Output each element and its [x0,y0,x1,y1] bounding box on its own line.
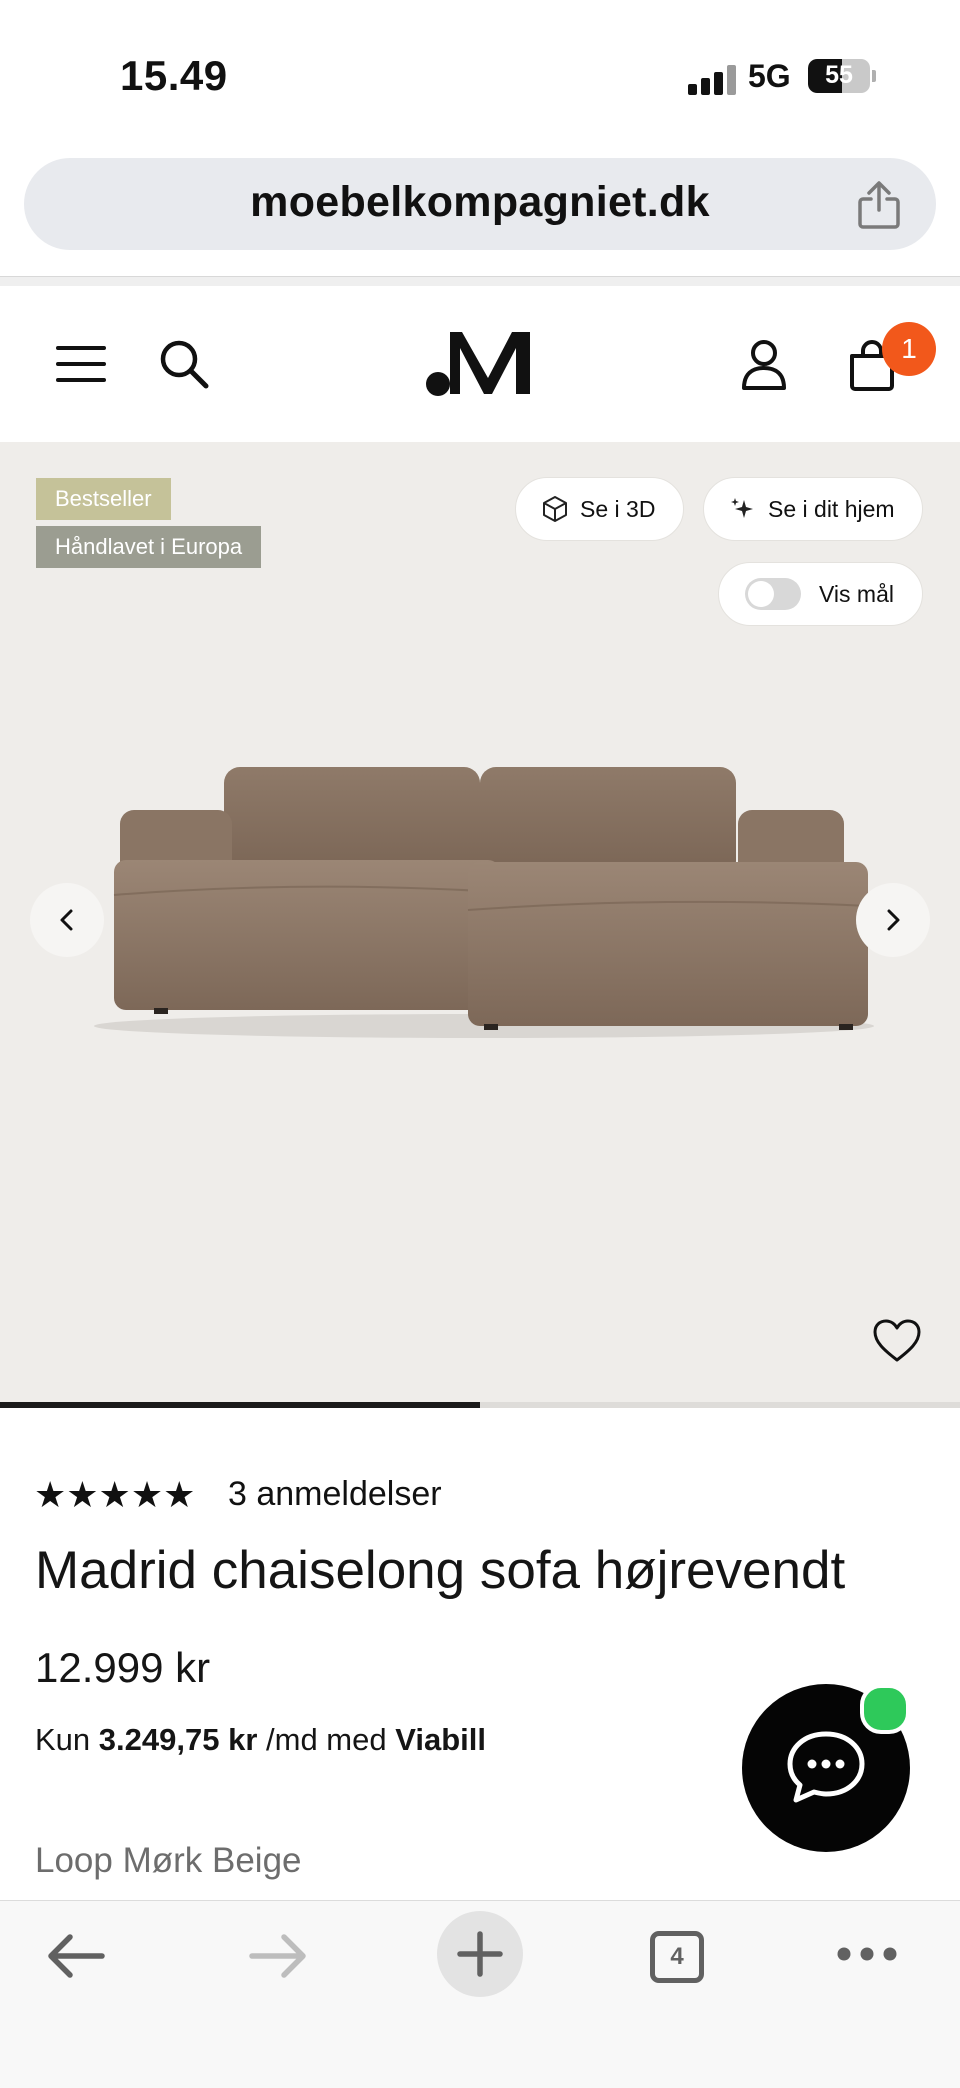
view-3d-label: Se i 3D [580,495,656,522]
online-status-dot [860,1684,910,1734]
product-title: Madrid chaiselong sofa højrevendt [35,1541,846,1600]
sofa-product-image [94,767,874,1038]
badge-bestseller: Bestseller [36,478,171,520]
new-tab-button[interactable] [437,1911,523,1997]
menu-icon[interactable] [56,344,106,384]
sparkle-icon [731,498,753,518]
chevron-right-icon [887,909,900,931]
tabs-overview-button[interactable]: 4 [650,1931,704,1983]
dimensions-switch[interactable] [745,578,801,610]
chat-bubble-icon [787,1731,865,1803]
network-type: 5G [748,58,791,94]
more-options-icon[interactable] [836,1946,898,1962]
installment-provider: Viabill [395,1722,486,1757]
logo-icon[interactable] [424,328,536,398]
view-in-home-button[interactable]: Se i dit hjem [703,477,923,541]
installment-amount: 3.249,75 kr [98,1722,258,1757]
show-dimensions-label: Vis mål [819,580,894,607]
account-icon[interactable] [740,338,788,392]
forward-arrow-icon[interactable] [248,1932,308,1980]
url-text[interactable]: moebelkompagniet.dk [24,178,936,227]
view-3d-button[interactable]: Se i 3D [515,477,684,541]
gallery-prev-button[interactable] [30,883,104,957]
battery-cap [872,70,876,82]
variant-name: Loop Mørk Beige [35,1841,302,1880]
battery-level: 55 [825,61,853,89]
installment-mid: /md med [266,1722,387,1757]
cube-icon [543,496,567,522]
battery-icon: 55 [808,59,870,93]
badge-handmade: Håndlavet i Europa [36,526,262,568]
reviews-link[interactable]: 3 anmeldelser [228,1475,442,1514]
installment-info: Kun 3.249,75 kr /md med Viabill [35,1722,486,1758]
show-dimensions-toggle[interactable]: Vis mål [718,562,923,626]
cart-count-badge: 1 [882,322,936,376]
installment-prefix: Kun [35,1722,91,1757]
browser-divider [0,276,960,286]
back-arrow-icon[interactable] [46,1932,106,1980]
chevron-left-icon [60,909,73,931]
product-price: 12.999 kr [35,1644,211,1691]
view-in-home-label: Se i dit hjem [768,495,895,522]
rating-stars[interactable]: ★★★★★ [34,1474,195,1516]
search-icon[interactable] [158,338,210,390]
wishlist-heart-icon[interactable] [872,1318,922,1364]
share-icon[interactable] [856,180,902,230]
plus-icon [457,1931,503,1977]
gallery-progress-bar [0,1402,960,1408]
cellular-signal-icon [688,65,736,95]
gallery-next-button[interactable] [856,883,930,957]
gallery-progress-fill [0,1402,480,1408]
status-time: 15.49 [120,52,228,99]
